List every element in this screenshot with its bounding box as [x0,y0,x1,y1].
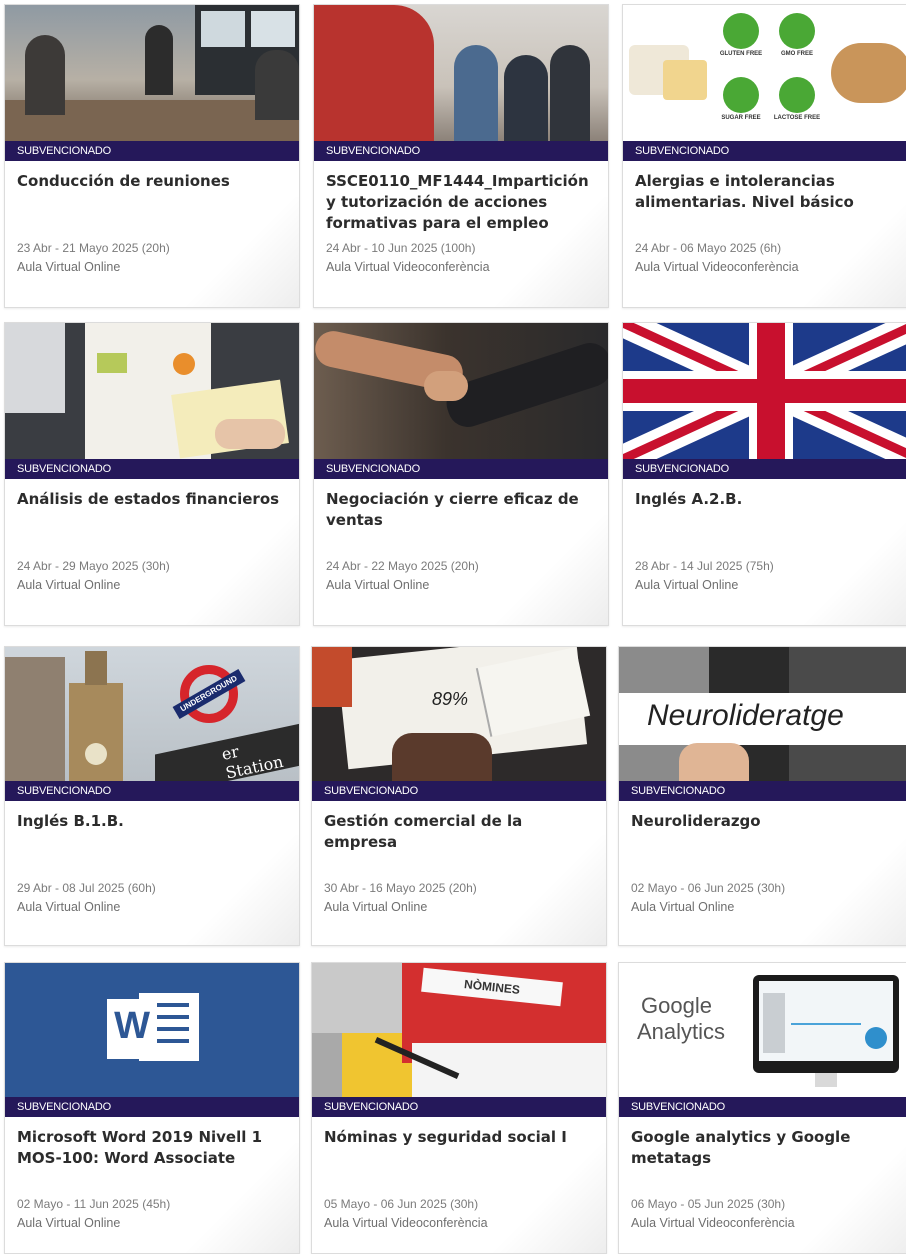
course-title[interactable]: Conducción de reuniones [5,161,299,235]
course-image-word-logo[interactable]: W [5,963,299,1097]
subsidized-badge: SUBVENCIONADO [619,781,906,801]
percentage-note: 89% [432,689,469,709]
course-date: 02 Mayo - 11 Jun 2025 (45h) [17,1197,171,1211]
course-image-payroll-binders[interactable]: NÒMINES [312,963,606,1097]
lactose-free-label: LACTOSE FREE [773,115,821,121]
course-card[interactable]: 89% SUBVENCIONADO Gestión comercial de l… [311,646,607,946]
course-location: Aula Virtual Online [631,900,735,914]
neurolideratge-sign-text: Neurolideratge [647,699,844,732]
course-date: 28 Abr - 14 Jul 2025 (75h) [635,559,774,573]
course-location: Aula Virtual Online [17,1216,121,1230]
course-location: Aula Virtual Online [17,260,121,274]
sugar-free-label: SUGAR FREE [721,115,761,121]
course-image-training-audience[interactable] [314,5,608,141]
course-card[interactable]: Neurolideratge SUBVENCIONADO Neurolidera… [618,646,906,946]
analytics-logo-text: Analytics [637,1019,726,1044]
course-image-meeting[interactable] [5,5,299,141]
course-image-neuroleadership[interactable]: Neurolideratge [619,647,906,781]
course-title[interactable]: Análisis de estados financieros [5,479,299,553]
course-card[interactable]: SUBVENCIONADO Conducción de reuniones 23… [4,4,300,308]
course-image-google-analytics[interactable]: Google Analytics [619,963,906,1097]
course-title[interactable]: Inglés A.2.B. [623,479,906,553]
gmo-free-label: GMO FREE [780,51,813,57]
course-location: Aula Virtual Online [326,578,430,592]
course-date: 30 Abr - 16 Mayo 2025 (20h) [324,881,477,895]
subsidized-badge: SUBVENCIONADO [619,1097,906,1117]
course-date: 24 Abr - 22 Mayo 2025 (20h) [326,559,479,573]
course-location: Aula Virtual Videoconferència [324,1216,488,1230]
course-card[interactable]: Google Analytics SUBVENCIONADO Google an… [618,962,906,1254]
course-card[interactable]: SUBVENCIONADO Negociación y cierre efica… [313,322,609,626]
course-location: Aula Virtual Online [17,578,121,592]
course-date: 06 Mayo - 05 Jun 2025 (30h) [631,1197,786,1211]
course-location: Aula Virtual Videoconferència [635,260,799,274]
course-image-allergy-labels[interactable]: GLUTEN FREE GMO FREE SUGAR FREE LACTOSE … [623,5,906,141]
course-title[interactable]: SSCE0110_MF1444_Impartición y tutorizaci… [314,161,608,235]
subsidized-badge: SUBVENCIONADO [312,1097,606,1117]
course-date: 05 Mayo - 06 Jun 2025 (30h) [324,1197,479,1211]
subsidized-badge: SUBVENCIONADO [5,141,299,161]
course-card[interactable]: SUBVENCIONADO SSCE0110_MF1444_Impartició… [313,4,609,308]
course-title[interactable]: Neuroliderazgo [619,801,906,875]
course-title[interactable]: Inglés B.1.B. [5,801,299,875]
course-card[interactable]: UNDERGROUND er Station SUBVENCIONADO Ing… [4,646,300,946]
course-location: Aula Virtual Videoconferència [326,260,490,274]
course-date: 29 Abr - 08 Jul 2025 (60h) [17,881,156,895]
course-location: Aula Virtual Videoconferència [631,1216,795,1230]
subsidized-badge: SUBVENCIONADO [5,781,299,801]
subsidized-badge: SUBVENCIONADO [5,459,299,479]
course-location: Aula Virtual Online [324,900,428,914]
course-image-handshake[interactable] [314,323,608,459]
course-title[interactable]: Gestión comercial de la empresa [312,801,606,875]
course-date: 23 Abr - 21 Mayo 2025 (20h) [17,241,170,255]
course-image-uk-flag[interactable] [623,323,906,459]
subsidized-badge: SUBVENCIONADO [314,459,608,479]
course-image-london-underground[interactable]: UNDERGROUND er Station [5,647,299,781]
subsidized-badge: SUBVENCIONADO [623,141,906,161]
course-title[interactable]: Microsoft Word 2019 Nivell 1 MOS-100: Wo… [5,1117,299,1191]
course-card[interactable]: NÒMINES SUBVENCIONADO Nóminas y segurida… [311,962,607,1254]
course-date: 24 Abr - 10 Jun 2025 (100h) [326,241,476,255]
course-location: Aula Virtual Online [635,578,739,592]
course-location: Aula Virtual Online [17,900,121,914]
course-card[interactable]: SUBVENCIONADO Análisis de estados financ… [4,322,300,626]
course-date: 24 Abr - 29 Mayo 2025 (30h) [17,559,170,573]
course-title[interactable]: Negociación y cierre eficaz de ventas [314,479,608,553]
word-icon: W [114,1005,150,1047]
course-image-financial-charts[interactable] [5,323,299,459]
course-card[interactable]: GLUTEN FREE GMO FREE SUGAR FREE LACTOSE … [622,4,906,308]
subsidized-badge: SUBVENCIONADO [623,459,906,479]
subsidized-badge: SUBVENCIONADO [5,1097,299,1117]
course-card[interactable]: W SUBVENCIONADO Microsoft Word 2019 Nive… [4,962,300,1254]
subsidized-badge: SUBVENCIONADO [314,141,608,161]
subsidized-badge: SUBVENCIONADO [312,781,606,801]
uk-flag-icon [623,323,906,459]
course-date: 02 Mayo - 06 Jun 2025 (30h) [631,881,786,895]
course-image-business-notes[interactable]: 89% [312,647,606,781]
course-date: 24 Abr - 06 Mayo 2025 (6h) [635,241,782,255]
course-title[interactable]: Google analytics y Google metatags [619,1117,906,1191]
course-title[interactable]: Nóminas y seguridad social I [312,1117,606,1191]
course-title[interactable]: Alergias e intolerancias alimentarias. N… [623,161,906,235]
gluten-free-label: GLUTEN FREE [719,51,763,57]
google-logo-text: Google [641,993,712,1018]
course-card[interactable]: SUBVENCIONADO Inglés A.2.B. 28 Abr - 14 … [622,322,906,626]
